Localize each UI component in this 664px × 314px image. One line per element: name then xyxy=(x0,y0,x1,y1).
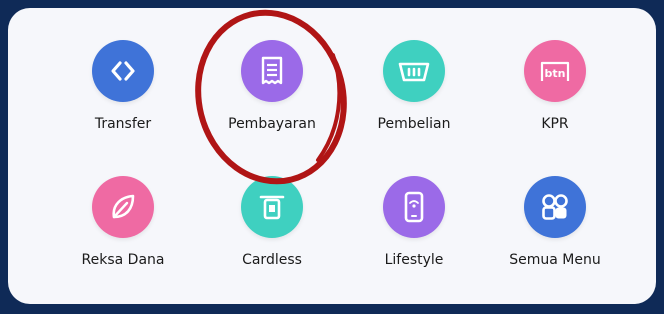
menu-item-semua-menu[interactable]: Semua Menu xyxy=(490,176,620,306)
menu-item-label: Reksa Dana xyxy=(81,252,165,268)
all-menu-grid-icon xyxy=(524,176,586,238)
menu-item-transfer[interactable]: Transfer xyxy=(58,40,188,170)
transfer-arrows-icon xyxy=(92,40,154,102)
card-slot-icon xyxy=(241,176,303,238)
btn-house-icon: btn xyxy=(524,40,586,102)
menu-item-kpr[interactable]: btn KPR xyxy=(490,40,620,170)
menu-item-pembayaran[interactable]: Pembayaran xyxy=(207,40,337,170)
menu-item-label: Pembelian xyxy=(377,116,451,132)
receipt-icon xyxy=(241,40,303,102)
menu-item-label: Pembayaran xyxy=(228,116,316,132)
basket-icon xyxy=(383,40,445,102)
menu-item-label: Cardless xyxy=(242,252,302,268)
leaf-icon xyxy=(92,176,154,238)
menu-card: Transfer Pembayaran Pembelian btn KPR Re… xyxy=(8,8,656,304)
phone-icon xyxy=(383,176,445,238)
menu-item-pembelian[interactable]: Pembelian xyxy=(349,40,479,170)
menu-item-reksa-dana[interactable]: Reksa Dana xyxy=(58,176,188,306)
menu-item-label: Transfer xyxy=(94,116,152,132)
kpr-icon-text: btn xyxy=(545,67,566,80)
menu-item-cardless[interactable]: Cardless xyxy=(207,176,337,306)
menu-item-label: Semua Menu xyxy=(509,252,601,268)
menu-item-label: Lifestyle xyxy=(384,252,444,268)
menu-item-label: KPR xyxy=(541,116,569,132)
menu-item-lifestyle[interactable]: Lifestyle xyxy=(349,176,479,306)
